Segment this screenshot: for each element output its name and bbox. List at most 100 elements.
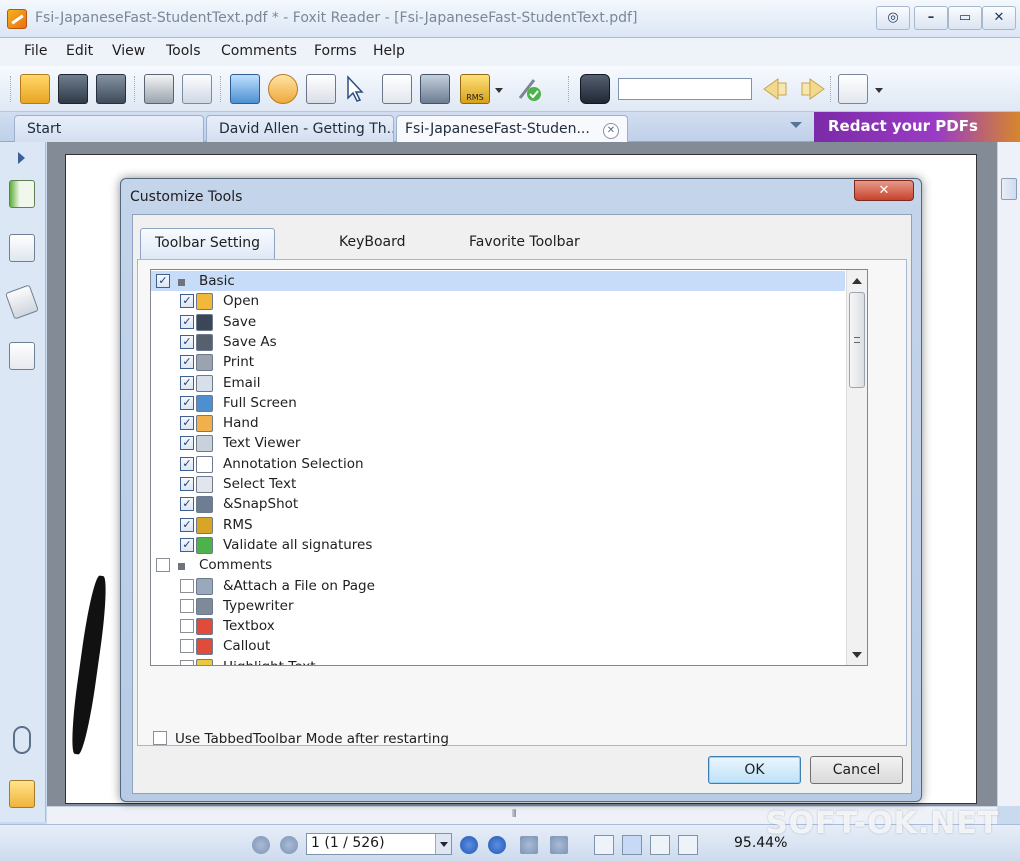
scroll-up-icon[interactable] — [852, 278, 862, 284]
close-tab-icon[interactable]: ✕ — [603, 123, 619, 139]
tree-checkbox[interactable]: ✓ — [180, 517, 194, 532]
document-vertical-scrollbar[interactable] — [997, 142, 1020, 806]
comments-panel-icon[interactable] — [9, 342, 35, 370]
ok-button[interactable]: OK — [708, 756, 801, 784]
tree-row[interactable]: Comments — [151, 555, 845, 575]
pages-icon[interactable] — [9, 234, 35, 262]
tab-keyboard[interactable]: KeyBoard — [325, 228, 420, 260]
tree-checkbox[interactable] — [180, 619, 194, 634]
tree-checkbox[interactable]: ✓ — [180, 456, 194, 471]
snapshot-icon[interactable] — [420, 74, 450, 104]
cancel-button[interactable]: Cancel — [810, 756, 903, 784]
tab-david-allen[interactable]: David Allen - Getting Th... — [206, 115, 394, 142]
foxit-app-icon[interactable] — [7, 9, 27, 29]
previous-page-icon[interactable] — [280, 836, 298, 854]
find-next-icon[interactable] — [798, 74, 828, 104]
tree-scroll-thumb[interactable] — [849, 292, 865, 388]
tree-row[interactable]: Textbox — [151, 616, 845, 636]
tab-start[interactable]: Start — [14, 115, 204, 142]
annotation-selection-icon[interactable] — [344, 74, 364, 104]
full-screen-icon[interactable] — [230, 74, 260, 104]
save-as-icon[interactable] — [96, 74, 126, 104]
tree-scrollbar[interactable] — [846, 270, 867, 665]
go-forward-icon[interactable] — [550, 836, 568, 854]
find-input[interactable] — [618, 78, 752, 100]
layers-icon[interactable] — [4, 284, 40, 320]
dialog-close-button[interactable]: ✕ — [854, 180, 914, 201]
tree-row[interactable]: ✓ Full Screen — [151, 393, 845, 413]
tree-row[interactable]: ✓ Email — [151, 373, 845, 393]
tree-checkbox[interactable]: ✓ — [156, 274, 170, 288]
first-page-icon[interactable] — [252, 836, 270, 854]
page-dropdown-icon[interactable] — [435, 834, 451, 854]
tree-checkbox[interactable]: ✓ — [180, 416, 194, 431]
tree-checkbox[interactable] — [156, 558, 170, 573]
menu-tools[interactable]: Tools — [166, 43, 201, 59]
tree-row[interactable]: Highlight Text — [151, 657, 845, 665]
continuous-facing-view-icon[interactable] — [678, 835, 698, 855]
menu-help[interactable]: Help — [373, 43, 405, 59]
tree-row[interactable]: ✓ Save — [151, 312, 845, 332]
tools-tree[interactable]: ✓ Basic ✓ Open ✓ Save ✓ Save As ✓ Print ✓ Email ✓ Ful… — [150, 269, 868, 666]
facing-view-icon[interactable] — [650, 835, 670, 855]
tab-fsi-japanese[interactable]: Fsi-JapaneseFast-Studen... ✕ — [396, 115, 628, 142]
tab-list-dropdown-icon[interactable] — [790, 122, 802, 128]
tree-row[interactable]: ✓ Annotation Selection — [151, 454, 845, 474]
tree-checkbox[interactable]: ✓ — [180, 436, 194, 451]
tree-row[interactable]: ✓ &SnapShot — [151, 494, 845, 514]
tree-row[interactable]: ✓ Basic — [151, 271, 845, 291]
print-icon[interactable] — [144, 74, 174, 104]
bookmarks-icon[interactable] — [9, 180, 35, 208]
last-page-icon[interactable] — [488, 836, 506, 854]
menu-view[interactable]: View — [112, 43, 145, 59]
tree-checkbox[interactable] — [180, 639, 194, 654]
continuous-view-icon[interactable] — [622, 835, 642, 855]
redact-banner[interactable]: Redact your PDFs — [814, 112, 1020, 142]
close-window-button[interactable]: ✕ — [982, 6, 1016, 30]
menu-comments[interactable]: Comments — [221, 43, 297, 59]
customize-dropdown-icon[interactable] — [874, 84, 884, 94]
tree-checkbox[interactable] — [180, 598, 194, 613]
rms-dropdown-icon[interactable] — [494, 84, 504, 94]
go-back-icon[interactable] — [520, 836, 538, 854]
tree-checkbox[interactable]: ✓ — [180, 477, 194, 491]
tabbed-toolbar-checkbox[interactable] — [153, 731, 167, 745]
expand-panel-icon[interactable] — [18, 152, 25, 164]
tree-checkbox[interactable] — [180, 578, 194, 593]
find-binoculars-icon[interactable] — [580, 74, 610, 104]
signatures-panel-icon[interactable] — [9, 780, 35, 808]
menu-file[interactable]: File — [24, 43, 47, 59]
tree-row[interactable]: &Attach a File on Page — [151, 576, 845, 596]
tab-toolbar-setting[interactable]: Toolbar Setting — [140, 228, 275, 260]
scroll-grip-icon[interactable]: ⦀ — [512, 809, 516, 820]
menu-forms[interactable]: Forms — [314, 43, 357, 59]
tree-row[interactable]: ✓ Print — [151, 352, 845, 372]
tree-row[interactable]: Callout — [151, 636, 845, 656]
tree-checkbox[interactable]: ✓ — [180, 314, 194, 329]
tree-row[interactable]: ✓ Select Text — [151, 474, 845, 494]
tree-checkbox[interactable]: ✓ — [180, 355, 194, 370]
open-folder-icon[interactable] — [20, 74, 50, 104]
tree-row[interactable]: ✓ Save As — [151, 332, 845, 352]
select-text-icon[interactable] — [382, 74, 412, 104]
maximize-button[interactable]: ▭ — [948, 6, 982, 30]
scroll-down-icon[interactable] — [852, 652, 862, 658]
text-viewer-icon[interactable] — [306, 74, 336, 104]
tree-checkbox[interactable]: ✓ — [180, 537, 194, 552]
menu-edit[interactable]: Edit — [66, 43, 93, 59]
minimize-button[interactable]: – — [914, 6, 948, 30]
tree-row[interactable]: ✓ Text Viewer — [151, 433, 845, 453]
email-icon[interactable] — [182, 74, 212, 104]
attachments-icon[interactable] — [13, 726, 31, 754]
help-icon[interactable]: ◎ — [876, 6, 910, 30]
tree-checkbox[interactable]: ✓ — [180, 497, 194, 512]
tree-row[interactable]: ✓ Open — [151, 291, 845, 311]
next-page-icon[interactable] — [460, 836, 478, 854]
tree-row[interactable]: Typewriter — [151, 596, 845, 616]
tab-favorite-toolbar[interactable]: Favorite Toolbar — [455, 228, 594, 260]
hand-icon[interactable] — [268, 74, 298, 104]
validate-signatures-icon[interactable] — [514, 74, 544, 104]
tree-row[interactable]: ✓ Hand — [151, 413, 845, 433]
tree-checkbox[interactable]: ✓ — [180, 334, 194, 349]
vertical-scroll-thumb[interactable] — [1001, 178, 1017, 200]
